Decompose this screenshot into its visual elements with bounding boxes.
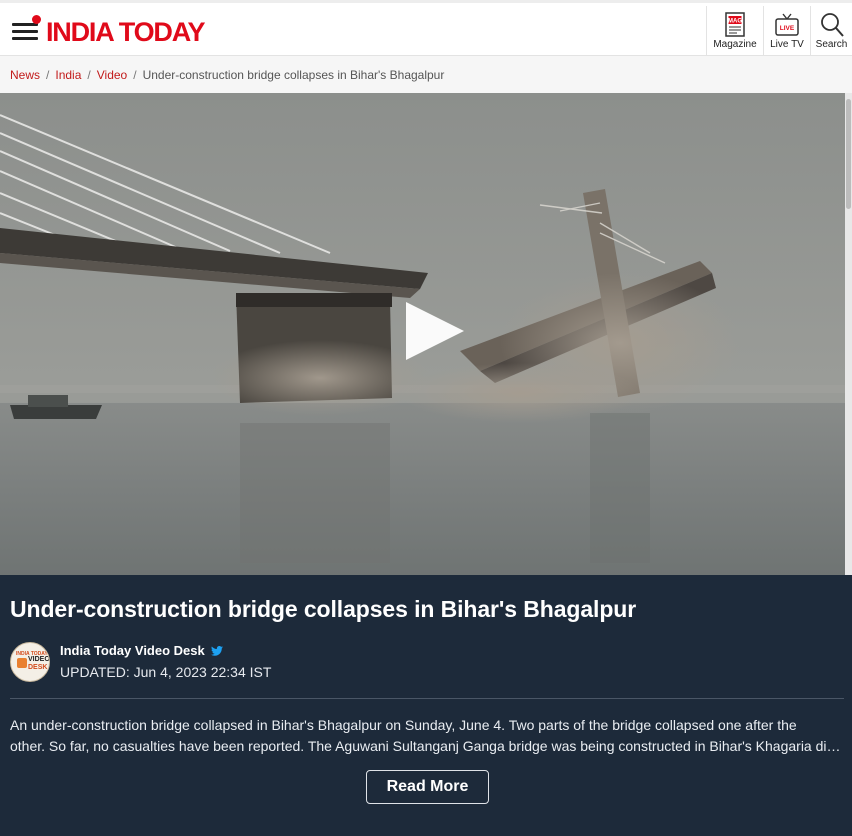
- magazine-icon-text: MAG: [728, 19, 742, 25]
- hamburger-menu-icon[interactable]: [12, 23, 38, 41]
- avatar-desk-text: DESK: [28, 664, 48, 671]
- play-icon[interactable]: [406, 302, 464, 360]
- search-button[interactable]: Search: [810, 6, 852, 56]
- summary-line-2: other. So far, no casualties have been r…: [10, 738, 844, 754]
- video-player[interactable]: [0, 93, 852, 575]
- avatar-badge: [17, 658, 27, 668]
- author-name[interactable]: India Today Video Desk: [60, 643, 223, 658]
- live-tv-icon-text: LIVE: [780, 25, 795, 32]
- magazine-label: Magazine: [713, 39, 757, 50]
- breadcrumb-link-news[interactable]: News: [10, 68, 40, 82]
- divider: [10, 698, 844, 699]
- magazine-button[interactable]: MAG Magazine: [706, 6, 763, 56]
- author-name-text: India Today Video Desk: [60, 643, 205, 658]
- read-more-button[interactable]: Read More: [366, 770, 489, 804]
- live-tv-label: Live TV: [770, 39, 804, 50]
- breadcrumb-link-india[interactable]: India: [55, 68, 81, 82]
- magazine-icon: MAG: [725, 12, 745, 37]
- summary-line-1: An under-construction bridge collapsed i…: [10, 717, 797, 733]
- breadcrumb-separator: /: [87, 68, 91, 82]
- breadcrumb: News / India / Video / Under-construction brid…: [0, 56, 852, 93]
- scrollbar-thumb[interactable]: [846, 99, 851, 209]
- twitter-icon[interactable]: [210, 646, 223, 656]
- breadcrumb-current: Under-construction bridge collapses in B…: [142, 68, 445, 82]
- video-info-panel: Under-construction bridge collapses in B…: [0, 575, 852, 836]
- avatar-video-text: VIDEO: [28, 656, 50, 663]
- scrollbar[interactable]: [845, 93, 852, 575]
- search-icon: [820, 13, 844, 37]
- live-tv-button[interactable]: LIVE Live TV: [763, 6, 810, 56]
- site-header: INDIA TODAY MAG Magazine LIVE Live TV Se…: [0, 0, 852, 56]
- site-logo[interactable]: INDIA TODAY: [46, 17, 206, 48]
- search-label: Search: [815, 39, 848, 50]
- logo-dot: [32, 15, 41, 24]
- live-tv-icon: LIVE: [775, 13, 799, 36]
- video-summary: An under-construction bridge collapsed i…: [10, 715, 844, 757]
- breadcrumb-separator: /: [46, 68, 50, 82]
- breadcrumb-separator: /: [133, 68, 137, 82]
- breadcrumb-link-video[interactable]: Video: [97, 68, 127, 82]
- updated-timestamp: UPDATED: Jun 4, 2023 22:34 IST: [60, 664, 272, 680]
- author-avatar[interactable]: INDIA TODAY VIDEO DESK: [10, 642, 50, 682]
- page-title: Under-construction bridge collapses in B…: [10, 596, 637, 622]
